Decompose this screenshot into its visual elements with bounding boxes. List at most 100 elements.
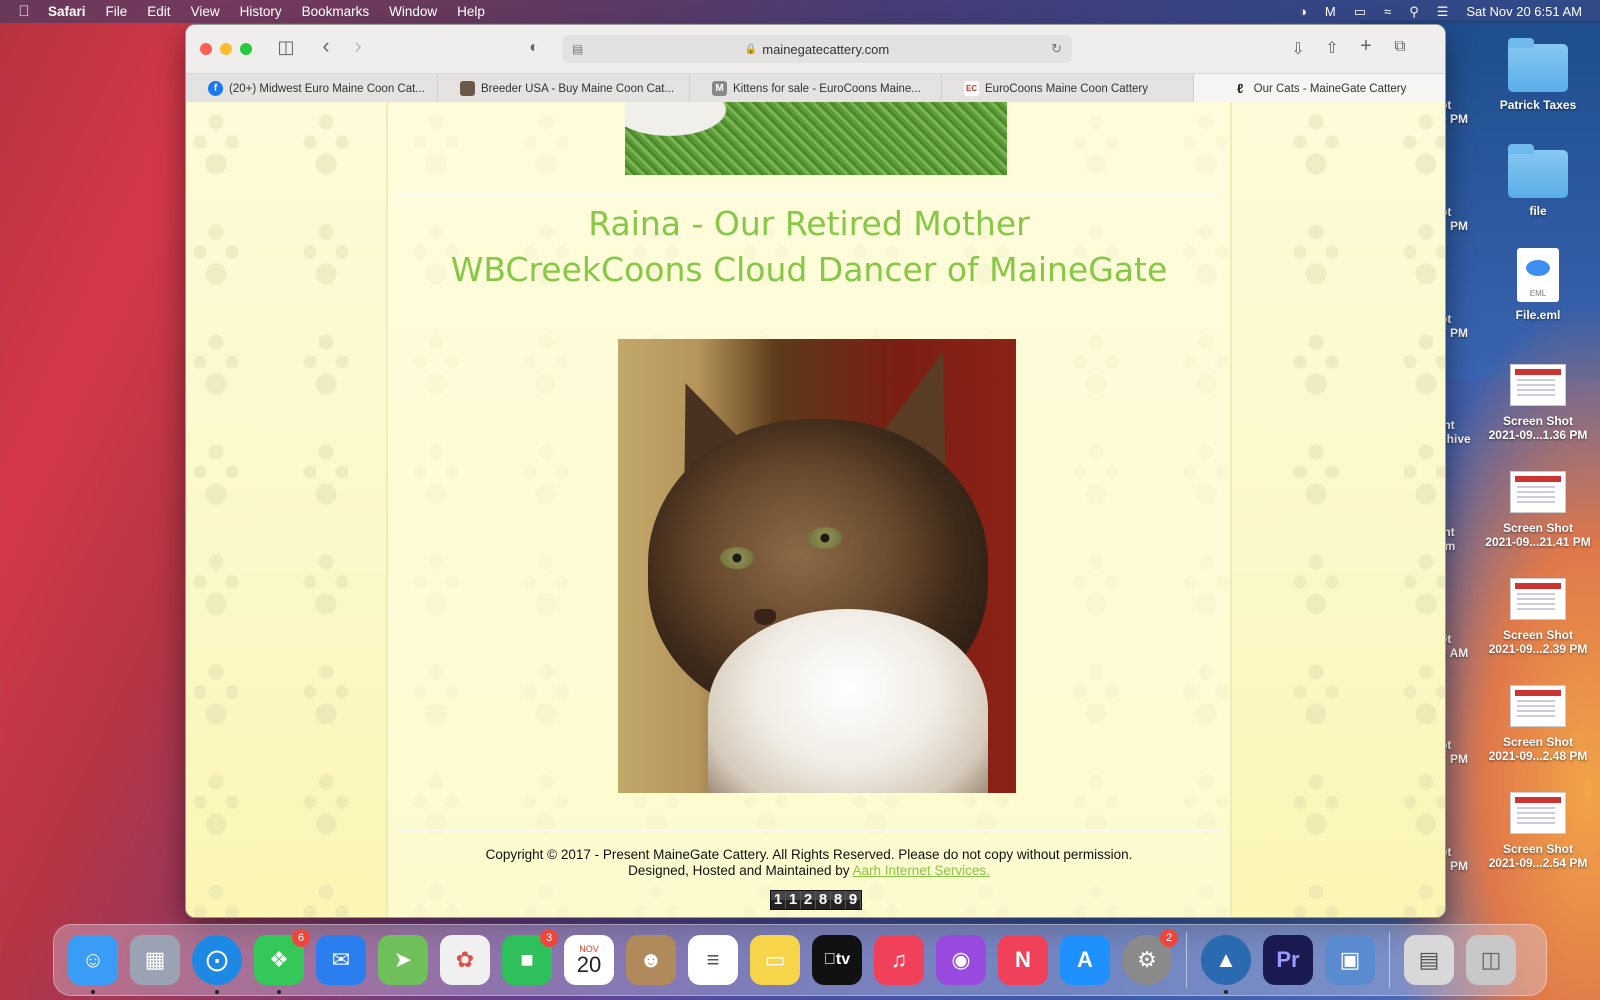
menu-view[interactable]: View (191, 4, 220, 19)
menu-help[interactable]: Help (457, 4, 485, 19)
dock-premiere-pro-icon[interactable]: Pr (1263, 935, 1313, 985)
aarh-internet-link[interactable]: Aarh Internet Services. (853, 863, 990, 878)
sidebar-toggle-icon[interactable]: ◫ (274, 37, 298, 58)
share-icon[interactable]: ⇧ (1320, 38, 1344, 58)
dock-notes-icon[interactable]: ▭ (750, 935, 800, 985)
dock-finder-icon[interactable]: ☺ (68, 935, 118, 994)
menu-bookmarks[interactable]: Bookmarks (302, 4, 370, 19)
system-preferences-badge: 2 (1160, 929, 1178, 947)
control-center-icon[interactable]: ☰ (1437, 4, 1449, 20)
menu-app-name[interactable]: Safari (48, 4, 86, 19)
dock-reminders-icon[interactable]: ≡ (688, 935, 738, 985)
dock-calendar-icon[interactable]: NOV 20 (564, 935, 614, 985)
apple-menu-icon[interactable]:  (0, 3, 48, 20)
divider-top (398, 194, 1221, 195)
dock-mail-icon[interactable]: ✉ (316, 935, 366, 985)
screenshot-thumbnail-icon (1510, 578, 1566, 620)
desktop-partial-label[interactable]: ot1 PM (1440, 845, 1480, 873)
menu-history[interactable]: History (240, 4, 282, 19)
privacy-shield-icon[interactable]: ◐ (522, 39, 546, 57)
dock-documents-stack-icon[interactable]: ▤ (1404, 935, 1454, 985)
eurocoons-favicon-icon: EC (964, 81, 979, 96)
menu-clock[interactable]: Sat Nov 20 6:51 AM (1466, 4, 1582, 19)
screenshot-thumbnail-icon (1510, 364, 1566, 406)
desktop-partial-label[interactable]: ot9 PM (1440, 98, 1480, 126)
tab-label: Kittens for sale - EuroCoons Maine... (733, 82, 921, 95)
copyright-text: Copyright © 2017 - Present MaineGate Cat… (485, 847, 1133, 862)
desktop-screenshot[interactable]: Screen Shot 2021-09...2.39 PM (1478, 578, 1598, 656)
reader-mode-icon[interactable]: ▤ (572, 42, 583, 56)
screenshot-thumbnail-icon (1510, 685, 1566, 727)
dock-app-store-icon[interactable]: A (1060, 935, 1110, 985)
tab-overview-icon[interactable]: ⧉ (1388, 38, 1412, 56)
dock-preview-icon[interactable]: ▣ (1325, 935, 1375, 985)
dock-news-icon[interactable]: N (998, 935, 1048, 985)
tab-facebook[interactable]: f (20+) Midwest Euro Maine Coon Cat... (186, 74, 438, 103)
desktop-partial-label[interactable]: ot7 PM (1440, 738, 1480, 766)
desktop-screenshot[interactable]: Screen Shot 2021-09...2.48 PM (1478, 685, 1598, 763)
dock-tv-icon[interactable]: tv (812, 935, 862, 985)
previous-cat-photo-bottom (625, 102, 1007, 175)
dock: ☺ ▦ ⨀ ❖6 ✉ ➤ ✿ ■3 NOV 20 ☻ ≡ ▭ tv ♫ ◉ N… (53, 924, 1547, 996)
dock-safari-icon[interactable]: ⨀ (192, 935, 242, 994)
web-page: Raina - Our Retired Mother WBCreekCoons … (186, 102, 1445, 917)
dock-system-preferences-icon[interactable]: ⚙ 2 (1122, 929, 1178, 985)
menu-file[interactable]: File (106, 4, 128, 19)
tab-eurocoons[interactable]: EC EuroCoons Maine Coon Cattery (942, 74, 1194, 103)
dock-trash-icon[interactable]: ◫ (1466, 935, 1516, 985)
counter-digit: 1 (786, 891, 801, 909)
desktop-icon-label: 2021-09...2.39 PM (1488, 642, 1588, 656)
desktop-icon-label: File.eml (1515, 308, 1561, 322)
desktop-partial-label[interactable]: ot3 PM (1440, 205, 1480, 233)
wifi-icon[interactable]: ≈ (1384, 4, 1391, 19)
tab-our-cats-active[interactable]: ℓ Our Cats - MaineGate Cattery (1194, 74, 1445, 103)
menu-edit[interactable]: Edit (147, 4, 170, 19)
cat-registered-name: WBCreekCoons Cloud Dancer of MaineGate (450, 250, 1168, 289)
tab-breeder-usa[interactable]: Breeder USA - Buy Maine Coon Cat... (438, 74, 690, 103)
dock-macos-installer-icon[interactable]: ▲ (1201, 935, 1251, 994)
url-text: mainegatecattery.com (762, 41, 890, 57)
desktop-icon-label: Screen Shot (1502, 414, 1574, 428)
address-bar[interactable]: ▤ 🔒 mainegatecattery.com ↻ (562, 35, 1072, 63)
browser-toolbar: ◫ ‹ › ◐ ▤ 🔒 mainegatecattery.com ↻ ⇩ ⇧ +… (186, 25, 1445, 73)
desktop-icon-label: file (1529, 204, 1547, 218)
malwarebytes-icon[interactable]: M (1325, 4, 1336, 19)
dock-facetime-icon[interactable]: ■ 3 (502, 929, 558, 985)
minimize-window-button[interactable] (220, 43, 232, 55)
desktop-partial-label[interactable]: ot0 AM (1440, 632, 1480, 660)
dock-podcasts-icon[interactable]: ◉ (936, 935, 986, 985)
desktop-partial-label[interactable]: int chive (1440, 418, 1480, 446)
desktop-screenshot[interactable]: Screen Shot 2021-09...2.54 PM (1478, 792, 1598, 870)
fullscreen-window-button[interactable] (240, 43, 252, 55)
dock-messages-icon[interactable]: ❖ 6 (254, 929, 310, 994)
downloads-icon[interactable]: ⇩ (1286, 39, 1310, 59)
spotlight-search-icon[interactable]: ⚲ (1409, 4, 1419, 20)
counter-digit: 8 (831, 891, 846, 909)
desktop-icon-label: Screen Shot (1502, 842, 1574, 856)
dock-contacts-icon[interactable]: ☻ (626, 935, 676, 985)
back-arrow-icon[interactable]: ‹ (314, 33, 338, 59)
desktop-partial-label[interactable]: ot7 PM (1440, 312, 1480, 340)
desktop-screenshot[interactable]: Screen Shot 2021-09...21.41 PM (1478, 471, 1598, 549)
tab-kittens-for-sale[interactable]: M Kittens for sale - EuroCoons Maine... (690, 74, 942, 103)
desktop-partial-label[interactable]: int rm (1440, 525, 1480, 553)
close-window-button[interactable] (200, 43, 212, 55)
desktop-file-eml[interactable]: EML File.eml (1478, 248, 1598, 322)
vpn-status-icon[interactable]: ◑ (1299, 4, 1307, 19)
screenshot-thumbnail-icon (1510, 792, 1566, 834)
battery-icon[interactable]: ▭ (1354, 4, 1366, 20)
menu-window[interactable]: Window (389, 4, 437, 19)
desktop-folder-patrick-taxes[interactable]: Patrick Taxes (1478, 38, 1598, 112)
new-tab-icon[interactable]: + (1354, 35, 1378, 58)
dock-launchpad-icon[interactable]: ▦ (130, 935, 180, 985)
cat-name-title: Raina - Our Retired Mother (588, 204, 1030, 243)
dock-maps-icon[interactable]: ➤ (378, 935, 428, 985)
reload-icon[interactable]: ↻ (1051, 41, 1062, 57)
cat-photo-raina[interactable] (618, 339, 1016, 793)
counter-digit: 1 (771, 891, 786, 909)
forward-arrow-icon[interactable]: › (346, 33, 370, 59)
dock-music-icon[interactable]: ♫ (874, 935, 924, 985)
dock-photos-icon[interactable]: ✿ (440, 935, 490, 985)
desktop-screenshot[interactable]: Screen Shot 2021-09...1.36 PM (1478, 364, 1598, 442)
desktop-folder-file[interactable]: file (1478, 144, 1598, 218)
